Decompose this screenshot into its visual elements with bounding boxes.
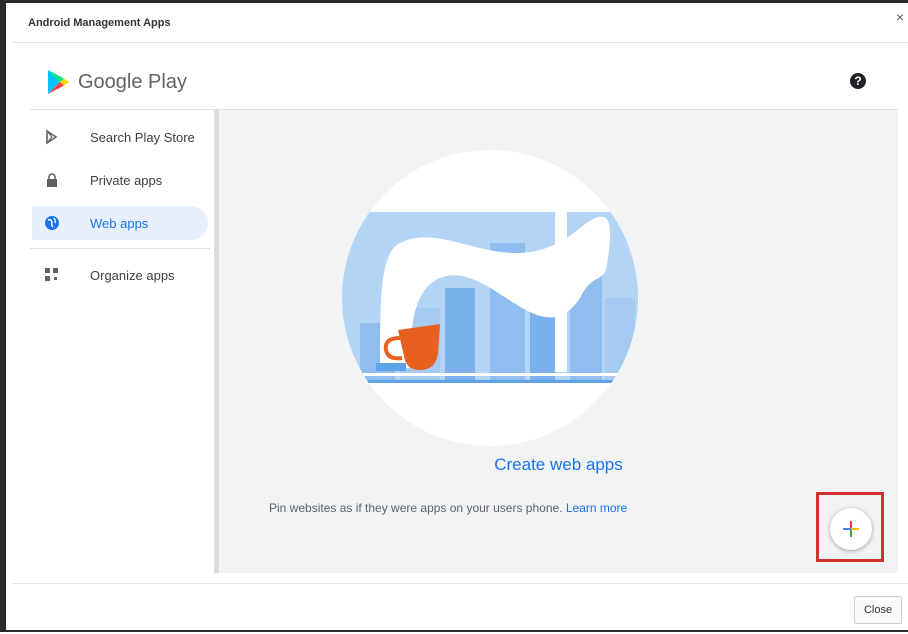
sidebar-item-web-apps[interactable]: Web apps bbox=[32, 206, 208, 240]
dialog-footer: Close bbox=[12, 583, 908, 634]
google-play-brand: Google Play bbox=[78, 71, 187, 93]
close-button[interactable]: Close bbox=[854, 596, 902, 624]
globe-icon bbox=[45, 216, 59, 230]
description-text: Pin websites as if they were apps on you… bbox=[269, 501, 563, 515]
create-web-apps-title: Create web apps bbox=[494, 455, 623, 474]
sidebar-item-search-play-store[interactable]: Search Play Store bbox=[32, 120, 208, 154]
dialog-title: Android Management Apps bbox=[28, 17, 171, 29]
sidebar-item-label: Web apps bbox=[90, 216, 149, 231]
help-icon[interactable]: ? bbox=[850, 73, 866, 89]
lock-icon bbox=[47, 173, 57, 187]
google-play-frame: Google Play ? Search Play Store Private … bbox=[30, 53, 898, 573]
sidebar-item-label: Organize apps bbox=[90, 268, 175, 283]
create-web-apps-description: Pin websites as if they were apps on you… bbox=[269, 501, 627, 515]
sidebar-item-organize-apps[interactable]: Organize apps bbox=[32, 258, 208, 292]
learn-more-link[interactable]: Learn more bbox=[566, 501, 627, 515]
sidebar-divider bbox=[30, 248, 210, 249]
close-icon[interactable]: × bbox=[896, 10, 904, 24]
web-apps-illustration bbox=[342, 150, 638, 446]
google-play-header: Google Play ? bbox=[30, 53, 898, 110]
sidebar-item-private-apps[interactable]: Private apps bbox=[32, 163, 208, 197]
main-content: Create web apps Pin websites as if they … bbox=[219, 110, 898, 573]
add-icon bbox=[843, 521, 859, 537]
add-web-app-button[interactable] bbox=[830, 508, 872, 550]
google-play-logo-icon bbox=[48, 70, 69, 94]
grid-icon bbox=[45, 268, 58, 281]
play-store-icon bbox=[46, 129, 58, 145]
sidebar-item-label: Private apps bbox=[90, 173, 163, 188]
dialog: Android Management Apps × Google Play ? … bbox=[0, 0, 908, 632]
sidebar-item-label: Search Play Store bbox=[90, 130, 195, 145]
dialog-titlebar: Android Management Apps × bbox=[12, 6, 908, 43]
sidebar: Search Play Store Private apps Web apps bbox=[30, 110, 219, 573]
